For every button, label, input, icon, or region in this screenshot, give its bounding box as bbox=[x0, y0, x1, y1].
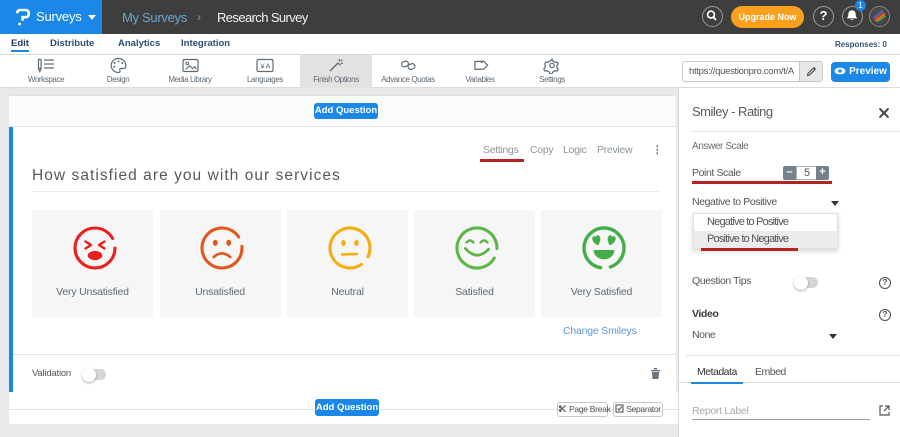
svg-text:A: A bbox=[266, 62, 271, 71]
